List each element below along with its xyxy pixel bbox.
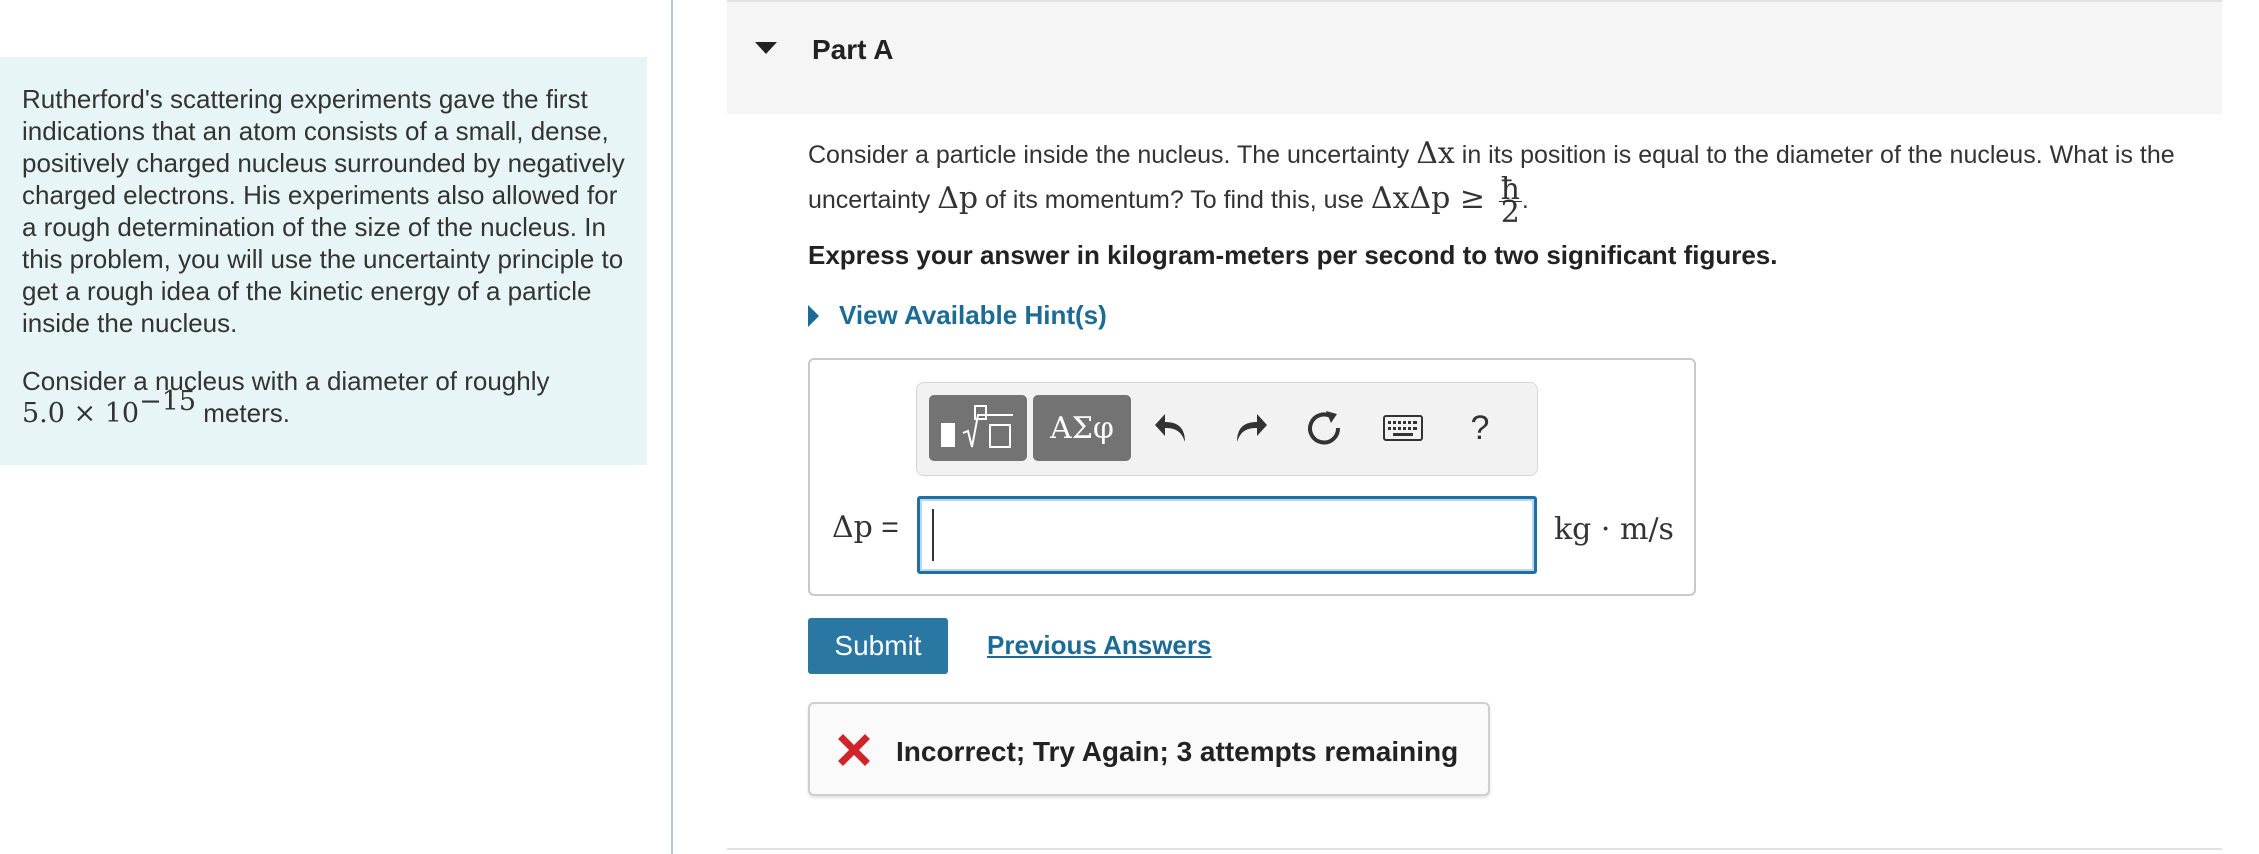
help-button[interactable]: ?: [1457, 405, 1503, 451]
part-header[interactable]: Part A: [727, 0, 2222, 114]
answer-variable-label: Δp =: [832, 510, 899, 545]
expand-caret-icon: [808, 304, 819, 327]
submit-button[interactable]: Submit: [808, 618, 948, 674]
nucleus-diameter-units: meters.: [196, 398, 290, 428]
nucleus-size-paragraph: Consider a nucleus with a diameter of ro…: [22, 365, 625, 430]
intro-paragraph: Rutherford's scattering experiments gave…: [22, 84, 625, 338]
frac-denominator: 2: [1500, 194, 1520, 230]
answer-input[interactable]: [917, 496, 1537, 574]
greek-symbols-button[interactable]: ΑΣφ: [1033, 395, 1131, 461]
answer-box: ΑΣφ ? Δp = kg · m/s: [808, 358, 1696, 596]
text-cursor: [932, 509, 934, 561]
incorrect-x-icon: [838, 734, 870, 766]
math-toolbar: ΑΣφ ?: [916, 382, 1538, 476]
delta-p-math: Δp: [937, 181, 979, 216]
view-hints-toggle[interactable]: View Available Hint(s): [808, 300, 1107, 331]
uncertainty-inequality: ΔxΔp ≥: [1370, 181, 1495, 216]
undo-icon[interactable]: [1149, 405, 1195, 451]
feedback-text: Incorrect; Try Again; 3 attempts remaini…: [896, 736, 1459, 767]
collapse-caret-icon[interactable]: [755, 42, 777, 54]
previous-answers-link[interactable]: Previous Answers: [987, 630, 1211, 661]
part-title: Part A: [812, 34, 894, 65]
answer-equals: =: [872, 511, 899, 544]
answer-variable: Δp: [832, 510, 873, 545]
reset-icon[interactable]: [1301, 405, 1347, 451]
templates-icon: [941, 405, 1013, 448]
answer-units: kg · m/s: [1554, 512, 1674, 547]
keyboard-icon[interactable]: [1380, 405, 1426, 451]
part-bottom-divider: [727, 848, 2222, 850]
delta-x-math: Δx: [1416, 136, 1455, 171]
nucleus-diameter-value: 5.0 × 10: [22, 398, 140, 429]
question-text-3: of its momentum? To find this, use: [978, 186, 1371, 214]
feedback-message-box: Incorrect; Try Again; 3 attempts remaini…: [808, 702, 1490, 796]
question-text: Consider a particle inside the nucleus. …: [808, 132, 2208, 230]
answer-instruction: Express your answer in kilogram-meters p…: [808, 240, 1778, 270]
question-text-1: Consider a particle inside the nucleus. …: [808, 141, 1417, 169]
nucleus-diameter-exponent: −15: [139, 386, 197, 417]
intro-panel: Rutherford's scattering experiments gave…: [0, 57, 647, 465]
redo-icon[interactable]: [1227, 405, 1273, 451]
nucleus-size-prefix: Consider a nucleus with a diameter of ro…: [22, 366, 550, 396]
hbar-over-two: ħ2: [1498, 174, 1522, 230]
templates-button[interactable]: [929, 395, 1027, 461]
view-hints-label: View Available Hint(s): [839, 300, 1107, 330]
question-text-4: .: [1521, 186, 1529, 214]
column-divider: [671, 0, 673, 854]
